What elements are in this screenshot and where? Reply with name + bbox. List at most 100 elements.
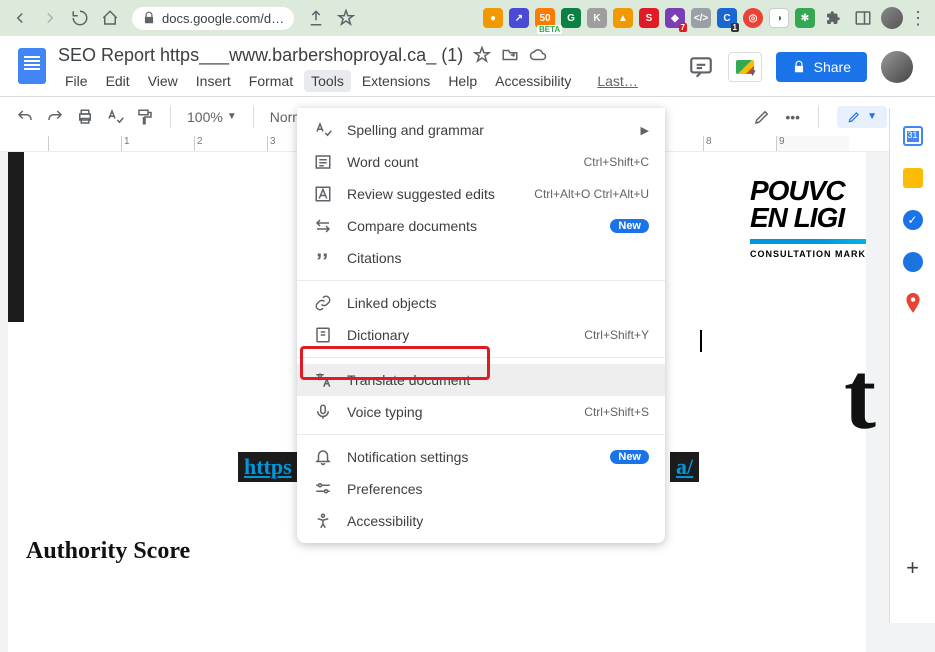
url-text: docs.google.com/d…: [162, 11, 284, 26]
menu-linked[interactable]: Linked objects: [297, 287, 665, 319]
chrome-menu-icon[interactable]: ⋮: [909, 8, 927, 29]
chevron-right-icon: ▶: [641, 124, 649, 137]
text-cursor: [700, 330, 702, 352]
ext-icon[interactable]: G: [561, 8, 581, 28]
add-addon-button[interactable]: +: [906, 555, 919, 581]
doc-link-fragment: a/: [670, 452, 699, 482]
ext-icon[interactable]: ●: [483, 8, 503, 28]
menu-help[interactable]: Help: [441, 70, 484, 92]
compare-icon: [313, 216, 333, 236]
header-actions: ▼ Share: [688, 42, 921, 92]
translate-icon: [313, 370, 333, 390]
ext-icon[interactable]: ◑: [769, 8, 789, 28]
paint-format-button[interactable]: [136, 108, 154, 126]
document-title[interactable]: SEO Report https___www.barbershoproyal.c…: [58, 45, 463, 66]
ext-icon[interactable]: C1: [717, 8, 737, 28]
share-url-icon[interactable]: [304, 6, 328, 30]
reload-icon[interactable]: [68, 6, 92, 30]
ext-icon[interactable]: ▲: [613, 8, 633, 28]
meet-button[interactable]: ▼: [728, 52, 762, 82]
highlight-button[interactable]: [753, 108, 771, 126]
linked-icon: [313, 293, 333, 313]
menu-extensions[interactable]: Extensions: [355, 70, 437, 92]
ext-icon[interactable]: S: [639, 8, 659, 28]
ext-icon[interactable]: ↗: [509, 8, 529, 28]
wordcount-icon: [313, 152, 333, 172]
ruler-tick: [48, 136, 121, 151]
tools-dropdown: Spelling and grammar ▶ Word count Ctrl+S…: [297, 108, 665, 543]
forward-icon[interactable]: [38, 6, 62, 30]
last-edit-link[interactable]: Last…: [590, 70, 644, 92]
menu-dictionary[interactable]: Dictionary Ctrl+Shift+Y: [297, 319, 665, 351]
menu-view[interactable]: View: [141, 70, 185, 92]
account-avatar[interactable]: [881, 51, 913, 83]
back-icon[interactable]: [8, 6, 32, 30]
print-button[interactable]: [76, 108, 94, 126]
ext-icon[interactable]: </>: [691, 8, 711, 28]
lock-icon: [792, 60, 806, 74]
zoom-select[interactable]: 100% ▼: [187, 109, 237, 125]
share-label: Share: [814, 59, 851, 75]
spellcheck-button[interactable]: [106, 108, 124, 126]
star-outline-icon[interactable]: [473, 46, 491, 64]
ruler-tick: 8: [703, 136, 776, 151]
spellcheck-icon: [313, 120, 333, 140]
menu-accessibility[interactable]: Accessibility: [488, 70, 578, 92]
doc-heading-fragment: t: [844, 340, 876, 451]
keep-icon[interactable]: [903, 168, 923, 188]
menu-review[interactable]: Review suggested edits Ctrl+Alt+O Ctrl+A…: [297, 178, 665, 210]
menu-prefs[interactable]: Preferences: [297, 473, 665, 505]
citations-icon: [313, 248, 333, 268]
more-button[interactable]: •••: [785, 109, 800, 125]
menu-edit[interactable]: Edit: [99, 70, 137, 92]
menu-file[interactable]: File: [58, 70, 95, 92]
address-bar[interactable]: docs.google.com/d…: [132, 7, 294, 30]
ext-icon[interactable]: ◆7: [665, 8, 685, 28]
new-badge: New: [610, 219, 649, 233]
puzzle-icon[interactable]: [821, 6, 845, 30]
menu-notif[interactable]: Notification settings New: [297, 441, 665, 473]
profile-avatar[interactable]: [881, 7, 903, 29]
sliders-icon: [313, 479, 333, 499]
editing-mode[interactable]: ▼: [837, 106, 887, 128]
contacts-icon[interactable]: 👤: [903, 252, 923, 272]
menu-format[interactable]: Format: [242, 70, 300, 92]
ruler-tick: 9: [776, 136, 849, 151]
share-button[interactable]: Share: [776, 52, 867, 82]
calendar-icon[interactable]: 31: [903, 126, 923, 146]
ext-icon[interactable]: ◎: [743, 8, 763, 28]
menu-wordcount[interactable]: Word count Ctrl+Shift+C: [297, 146, 665, 178]
doc-stripe: [8, 152, 24, 322]
comments-icon[interactable]: [688, 54, 714, 80]
star-icon[interactable]: [334, 6, 358, 30]
lock-icon: [142, 11, 156, 25]
review-icon: [313, 184, 333, 204]
panel-icon[interactable]: [851, 6, 875, 30]
menubar: File Edit View Insert Format Tools Exten…: [58, 70, 688, 92]
mic-icon: [313, 402, 333, 422]
ext-icon[interactable]: K: [587, 8, 607, 28]
browser-toolbar: docs.google.com/d… ● ↗ 50BETA G K ▲ S ◆7…: [0, 0, 935, 36]
tasks-icon[interactable]: ✓: [903, 210, 923, 230]
home-icon[interactable]: [98, 6, 122, 30]
menu-spelling[interactable]: Spelling and grammar ▶: [297, 114, 665, 146]
menu-voice[interactable]: Voice typing Ctrl+Shift+S: [297, 396, 665, 428]
undo-button[interactable]: [16, 108, 34, 126]
redo-button[interactable]: [46, 108, 64, 126]
menu-tools[interactable]: Tools: [304, 70, 351, 92]
menu-compare[interactable]: Compare documents New: [297, 210, 665, 242]
app-header: SEO Report https___www.barbershoproyal.c…: [0, 36, 935, 92]
move-icon[interactable]: [501, 46, 519, 64]
menu-insert[interactable]: Insert: [189, 70, 238, 92]
ext-icon[interactable]: ✻: [795, 8, 815, 28]
docs-logo-icon[interactable]: [14, 42, 50, 90]
ext-icon[interactable]: 50BETA: [535, 8, 555, 28]
cloud-icon[interactable]: [529, 46, 547, 64]
bell-icon: [313, 447, 333, 467]
ruler-tick: 2: [194, 136, 267, 151]
maps-icon[interactable]: [903, 294, 923, 314]
menu-access[interactable]: Accessibility: [297, 505, 665, 537]
menu-citations[interactable]: Citations: [297, 242, 665, 274]
ruler-tick: 1: [121, 136, 194, 151]
menu-translate[interactable]: Translate document: [297, 364, 665, 396]
